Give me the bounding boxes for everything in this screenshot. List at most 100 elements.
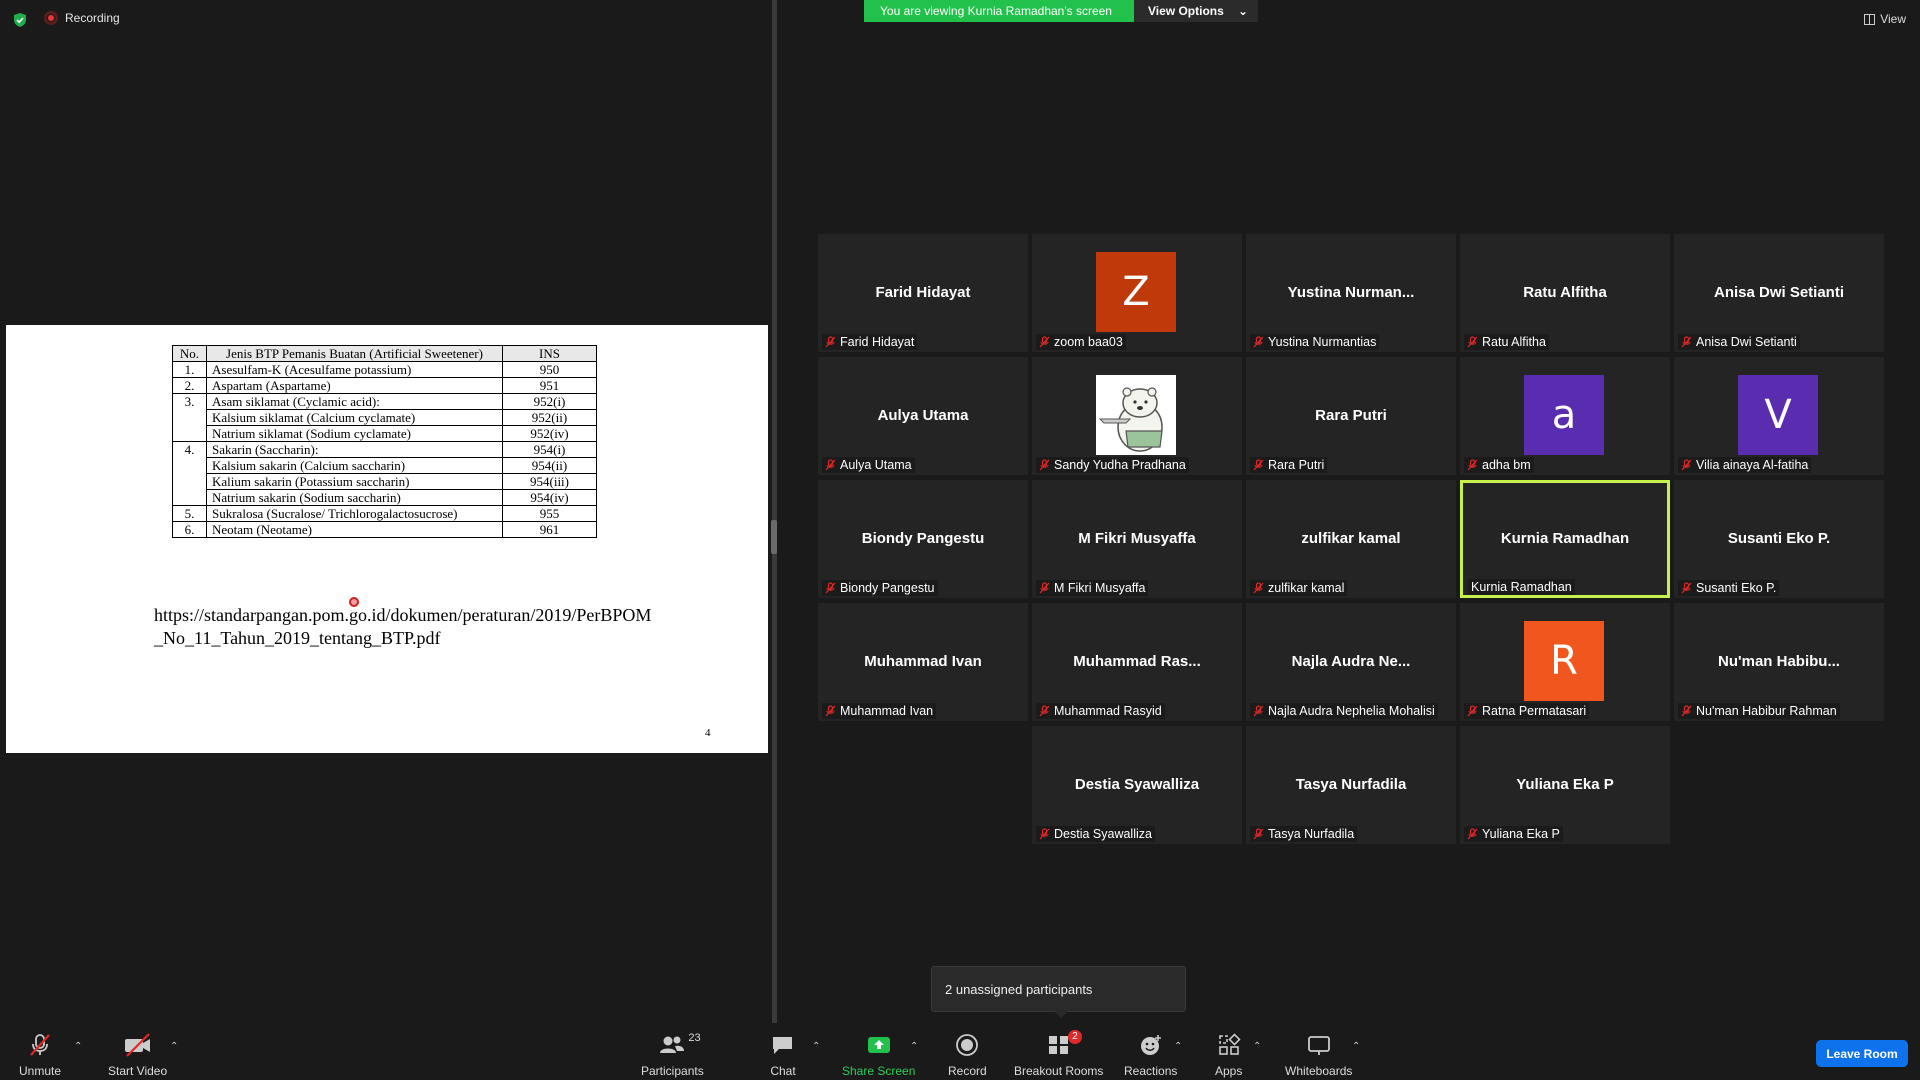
apps-button[interactable]: Apps	[1215, 1032, 1242, 1078]
participant-tile[interactable]: Rara Putri Rara Putri	[1246, 357, 1456, 475]
table-row: 1. Asesulfam-K (Acesulfame potassium) 950	[172, 361, 597, 378]
participant-name-label: Yuliana Eka P	[1464, 826, 1563, 842]
video-options-chevron-icon[interactable]: ⌃	[170, 1041, 178, 1052]
reactions-options-chevron-icon[interactable]: ⌃	[1174, 1041, 1182, 1052]
breakout-rooms-badge: 2	[1068, 1030, 1082, 1044]
unassigned-participants-popup[interactable]: 2 unassigned participants	[931, 966, 1186, 1012]
leave-room-button[interactable]: Leave Room	[1816, 1040, 1908, 1067]
participant-name-label: adha bm	[1464, 457, 1534, 473]
sweetener-name: Neotam (Neotame)	[206, 521, 503, 538]
participant-tile[interactable]: Zzoom baa03	[1032, 234, 1242, 352]
view-button[interactable]: View	[1864, 12, 1906, 26]
chevron-down-icon: ⌄	[1237, 4, 1248, 18]
participant-tile[interactable]: Nu'man Habibu... Nu'man Habibur Rahman	[1674, 603, 1884, 721]
participant-tile[interactable]: Aulya Utama Aulya Utama	[818, 357, 1028, 475]
participant-label-text: Kurnia Ramadhan	[1471, 580, 1572, 594]
participant-label-text: Najla Audra Nephelia Mohalisi	[1268, 704, 1435, 718]
sweetener-name: Natrium siklamat (Sodium cyclamate)	[206, 425, 503, 442]
table-header-ins: INS	[502, 345, 597, 362]
participant-tile[interactable]: Susanti Eko P. Susanti Eko P.	[1674, 480, 1884, 598]
participant-tile[interactable]: R Ratna Permatasari	[1460, 603, 1670, 721]
unmute-button[interactable]: Unmute	[19, 1032, 61, 1078]
participant-tile[interactable]: zulfikar kamal zulfikar kamal	[1246, 480, 1456, 598]
sweetener-name: Kalsium siklamat (Calcium cyclamate)	[206, 409, 503, 426]
participant-display-name: Aulya Utama	[877, 407, 969, 424]
meeting-toolbar: Unmute ⌃ Start Video ⌃ 23 Participants C…	[0, 1023, 1920, 1080]
participants-count: 23	[688, 1032, 701, 1044]
chat-button[interactable]: Chat	[770, 1032, 796, 1078]
sweetener-name: Natrium sakarin (Sodium saccharin)	[206, 489, 503, 506]
participant-label-text: adha bm	[1482, 458, 1531, 472]
participant-tile[interactable]: Yuliana Eka P Yuliana Eka P	[1460, 726, 1670, 844]
participants-button[interactable]: 23 Participants	[641, 1032, 704, 1078]
whiteboard-icon	[1307, 1036, 1330, 1055]
microphone-muted-icon	[1253, 459, 1264, 471]
participant-name-label: Aulya Utama	[822, 457, 915, 473]
participant-tile[interactable]: Farid Hidayat Farid Hidayat	[818, 234, 1028, 352]
participant-tile[interactable]: Kurnia Ramadhan Kurnia Ramadhan	[1460, 480, 1670, 598]
whiteboards-label: Whiteboards	[1285, 1064, 1353, 1078]
share-screen-button[interactable]: Share Screen	[842, 1032, 915, 1078]
participant-tile[interactable]: Tasya Nurfadila Tasya Nurfadila	[1246, 726, 1456, 844]
participant-tile[interactable]: V Vilia ainaya Al-fatiha	[1674, 357, 1884, 475]
apps-options-chevron-icon[interactable]: ⌃	[1253, 1041, 1261, 1052]
view-options-label: View Options	[1148, 4, 1224, 18]
microphone-muted-icon	[1253, 705, 1264, 717]
participant-name-label: Vilia ainaya Al-fatiha	[1678, 457, 1812, 473]
participant-label-text: Susanti Eko P.	[1696, 581, 1777, 595]
participant-tile[interactable]: Muhammad Ivan Muhammad Ivan	[818, 603, 1028, 721]
participant-tile[interactable]: Najla Audra Ne... Najla Audra Nephelia Mo…	[1246, 603, 1456, 721]
encryption-shield-icon[interactable]	[12, 12, 28, 28]
participant-tile[interactable]: a adha bm	[1460, 357, 1670, 475]
microphone-muted-icon	[1253, 336, 1264, 348]
microphone-muted-icon	[1253, 582, 1264, 594]
microphone-muted-icon	[1253, 828, 1264, 840]
audio-options-chevron-icon[interactable]: ⌃	[74, 1041, 82, 1052]
participant-tile[interactable]: Yustina Nurman... Yustina Nurmantias	[1246, 234, 1456, 352]
row-number: 3.	[172, 393, 207, 410]
participant-display-name: Anisa Dwi Setianti	[1713, 284, 1845, 301]
reactions-button[interactable]: Reactions	[1124, 1032, 1177, 1078]
participant-label-text: Yustina Nurmantias	[1268, 335, 1377, 349]
participant-tile[interactable]: Ratu Alfitha Ratu Alfitha	[1460, 234, 1670, 352]
shared-screen-pane: Recording No. Jenis BTP Pemanis Buatan (…	[0, 0, 772, 1023]
table-row: Kalsium sakarin (Calcium saccharin) 954(i…	[172, 457, 597, 474]
whiteboards-options-chevron-icon[interactable]: ⌃	[1352, 1041, 1360, 1052]
participant-name-label: Kurnia Ramadhan	[1468, 579, 1575, 595]
participant-name-label: Tasya Nurfadila	[1250, 826, 1358, 842]
participant-name-label: Rara Putri	[1250, 457, 1328, 473]
apps-label: Apps	[1215, 1064, 1243, 1078]
participant-tile[interactable]: Biondy Pangestu Biondy Pangestu	[818, 480, 1028, 598]
breakout-rooms-label: Breakout Rooms	[1014, 1064, 1104, 1078]
row-number	[172, 425, 207, 442]
microphone-muted-icon	[825, 336, 836, 348]
video-off-icon	[124, 1033, 150, 1057]
sweetener-name: Sakarin (Saccharin):	[206, 441, 503, 458]
share-options-chevron-icon[interactable]: ⌃	[910, 1041, 918, 1052]
whiteboards-button[interactable]: Whiteboards	[1285, 1032, 1352, 1078]
view-options-button[interactable]: View Options ⌄	[1134, 0, 1258, 22]
participant-tile[interactable]: Anisa Dwi Setianti Anisa Dwi Setianti	[1674, 234, 1884, 352]
breakout-rooms-button[interactable]: 2 Breakout Rooms	[1014, 1030, 1104, 1078]
ins-code: 954(iv)	[502, 489, 597, 506]
participant-display-name: Muhammad Ras...	[1073, 653, 1201, 670]
unmute-label: Unmute	[19, 1064, 62, 1078]
participant-tile[interactable]: Destia Syawalliza Destia Syawalliza	[1032, 726, 1242, 844]
popup-arrow	[1054, 1011, 1068, 1018]
microphone-muted-icon	[825, 459, 836, 471]
viewing-banner-text: You are viewing Kurnia Ramadhan's screen	[864, 0, 1134, 22]
ins-code: 954(ii)	[502, 457, 597, 474]
participant-tile[interactable]: M Fikri Musyaffa M Fikri Musyaffa	[1032, 480, 1242, 598]
reactions-smiley-icon	[1140, 1035, 1161, 1055]
chat-options-chevron-icon[interactable]: ⌃	[812, 1041, 820, 1052]
participant-name-label: zoom baa03	[1036, 334, 1126, 350]
recording-indicator[interactable]: Recording	[44, 11, 120, 25]
participant-label-text: Sandy Yudha Pradhana	[1054, 458, 1186, 472]
participant-display-name: Tasya Nurfadila	[1295, 776, 1407, 793]
reactions-label: Reactions	[1124, 1064, 1178, 1078]
microphone-muted-icon	[1467, 705, 1478, 717]
participant-tile[interactable]: Muhammad Ras... Muhammad Rasyid	[1032, 603, 1242, 721]
start-video-button[interactable]: Start Video	[108, 1032, 167, 1078]
participant-tile[interactable]: Sandy Yudha Pradhana	[1032, 357, 1242, 475]
record-button[interactable]: Record	[948, 1032, 987, 1078]
